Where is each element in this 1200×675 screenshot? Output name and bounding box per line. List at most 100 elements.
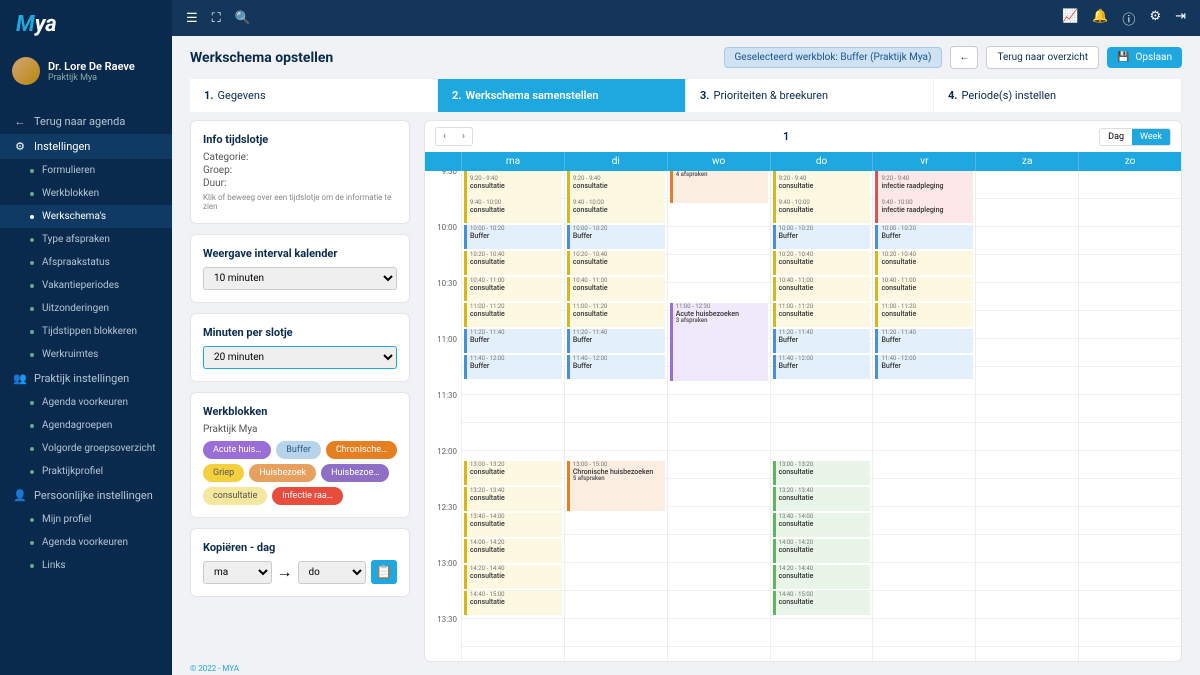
nav-sub-item[interactable]: Agendagroepen — [0, 414, 172, 437]
cal-event[interactable]: 14:40 - 15:00consultatie — [773, 591, 871, 615]
cal-day-column[interactable]: consultatie9:20 - 9:40consultatie9:40 - … — [770, 171, 873, 661]
back-button[interactable]: ← — [950, 46, 978, 69]
step-4[interactable]: 4. Periode(s) instellen — [934, 79, 1182, 112]
cal-event[interactable]: 13:20 - 13:40consultatie — [773, 487, 871, 511]
toggle-week[interactable]: Week — [1132, 129, 1170, 145]
cal-event[interactable]: 10:20 - 10:40consultatie — [773, 251, 871, 275]
cal-next[interactable]: › — [455, 128, 472, 145]
cal-event[interactable]: 11:20 - 11:40Buffer — [773, 329, 871, 353]
cal-event[interactable]: 9:40 - 10:00infectie raadpleging — [875, 199, 973, 223]
user-profile[interactable]: Dr. Lore De Raeve Praktijk Mya — [0, 49, 172, 93]
cal-event[interactable]: 11:20 - 11:40Buffer — [464, 329, 562, 353]
nav-sub-item[interactable]: Vakantieperiodes — [0, 274, 172, 297]
nav-sub-item[interactable]: Mijn profiel — [0, 508, 172, 531]
chart-icon[interactable]: 📈 — [1062, 9, 1078, 28]
nav-sub-item[interactable]: Uitzonderingen — [0, 297, 172, 320]
cal-event[interactable]: 11:20 - 11:40Buffer — [567, 329, 665, 353]
cal-event[interactable]: 11:40 - 12:00Buffer — [567, 355, 665, 379]
cal-event[interactable]: 11:00 - 11:20consultatie — [464, 303, 562, 327]
workblock-tag[interactable]: Huisbezoek — [249, 464, 316, 482]
cal-event[interactable]: 9:40 - 10:00consultatie — [567, 199, 665, 223]
cal-event[interactable]: 9:20 - 9:40consultatie — [773, 175, 871, 199]
workblock-tag[interactable]: infectie raa… — [272, 487, 343, 505]
cal-event[interactable]: 14:20 - 14:40consultatie — [773, 565, 871, 589]
search-icon[interactable]: 🔍 — [235, 11, 251, 26]
cal-event[interactable]: 13:40 - 14:00consultatie — [464, 513, 562, 537]
info-icon[interactable]: ⓘ — [1122, 9, 1135, 28]
cal-event[interactable]: 10:40 - 11:00consultatie — [875, 277, 973, 301]
workblock-tag[interactable]: Griep — [203, 464, 244, 482]
interval-select[interactable]: 10 minuten — [203, 267, 397, 290]
nav-sub-item[interactable]: Werkruimtes — [0, 343, 172, 366]
cal-day-column[interactable] — [1078, 171, 1181, 661]
cal-event[interactable]: 11:20 - 11:40Buffer — [875, 329, 973, 353]
cal-event[interactable]: Chronische huisbezoeken4 afspraken — [670, 171, 768, 203]
cal-event[interactable]: 10:00 - 10:20Buffer — [567, 225, 665, 249]
nav-sub-item[interactable]: Links — [0, 554, 172, 577]
workblock-tag[interactable]: consultatie — [203, 487, 267, 505]
cal-event[interactable]: 11:40 - 12:00Buffer — [464, 355, 562, 379]
step-1[interactable]: 1. Gegevens — [190, 79, 438, 112]
step-3[interactable]: 3. Prioriteiten & breekuren — [686, 79, 934, 112]
cal-event[interactable]: 10:00 - 10:20Buffer — [464, 225, 562, 249]
cal-event[interactable]: 9:40 - 10:00consultatie — [464, 199, 562, 223]
cal-event[interactable]: 9:20 - 9:40consultatie — [567, 175, 665, 199]
workblock-tag[interactable]: Chronische… — [326, 441, 397, 459]
cal-event[interactable]: 10:20 - 10:40consultatie — [875, 251, 973, 275]
nav-practice-settings[interactable]: 👥Praktijk instellingen — [0, 366, 172, 391]
cal-event[interactable]: 11:40 - 12:00Buffer — [875, 355, 973, 379]
cal-event[interactable]: 10:00 - 10:20Buffer — [773, 225, 871, 249]
nav-sub-item[interactable]: Volgorde groepsoverzicht — [0, 437, 172, 460]
copy-to-select[interactable]: do — [298, 561, 367, 584]
cal-event[interactable]: 11:00 - 12:30Acute huisbezoeken3 afsprak… — [670, 303, 768, 381]
workblock-tag[interactable]: Acute huis… — [203, 441, 271, 459]
nav-sub-item[interactable]: Tijdstippen blokkeren — [0, 320, 172, 343]
expand-icon[interactable]: ⛶ — [212, 11, 221, 26]
cal-day-column[interactable]: infectie raadpleging9:20 - 9:40infectie … — [872, 171, 975, 661]
nav-sub-item[interactable]: Agenda voorkeuren — [0, 531, 172, 554]
nav-sub-item[interactable]: Type afspraken — [0, 228, 172, 251]
nav-back-agenda[interactable]: ←Terug naar agenda — [0, 109, 172, 134]
settings-icon[interactable]: ⚙ — [1149, 9, 1161, 28]
cal-event[interactable]: 14:20 - 14:40consultatie — [464, 565, 562, 589]
bell-icon[interactable]: 🔔 — [1092, 9, 1108, 28]
cal-event[interactable]: 10:00 - 10:20Buffer — [875, 225, 973, 249]
toggle-day[interactable]: Dag — [1100, 129, 1132, 145]
cal-event[interactable]: 14:40 - 15:00consultatie — [464, 591, 562, 615]
cal-event[interactable]: 10:20 - 10:40consultatie — [464, 251, 562, 275]
cal-event[interactable]: 14:00 - 14:20consultatie — [464, 539, 562, 563]
cal-event[interactable]: 11:40 - 12:00Buffer — [773, 355, 871, 379]
workblock-tag[interactable]: Buffer — [276, 441, 321, 459]
cal-day-column[interactable] — [975, 171, 1078, 661]
cal-day-column[interactable]: consultatie9:20 - 9:40consultatie9:40 - … — [564, 171, 667, 661]
nav-sub-item[interactable]: Formulieren — [0, 159, 172, 182]
cal-event[interactable]: 13:40 - 14:00consultatie — [773, 513, 871, 537]
save-button[interactable]: 💾Opslaan — [1107, 47, 1182, 68]
cal-event[interactable]: 9:40 - 10:00consultatie — [773, 199, 871, 223]
cal-event[interactable]: 10:40 - 11:00consultatie — [567, 277, 665, 301]
cal-event[interactable]: 14:00 - 14:20consultatie — [773, 539, 871, 563]
cal-event[interactable]: 10:20 - 10:40consultatie — [567, 251, 665, 275]
cal-event[interactable]: 13:00 - 13:20consultatie — [773, 461, 871, 485]
logout-icon[interactable]: ⇥ — [1175, 9, 1186, 28]
cal-event[interactable]: 13:00 - 15:00Chronische huisbezoeken5 af… — [567, 461, 665, 511]
back-overview-button[interactable]: Terug naar overzicht — [986, 46, 1099, 69]
copy-from-select[interactable]: ma — [203, 561, 272, 584]
nav-sub-item[interactable]: Praktijkprofiel — [0, 460, 172, 483]
nav-personal-settings[interactable]: 👤Persoonlijke instellingen — [0, 483, 172, 508]
step-2[interactable]: 2. Werkschema samenstellen — [438, 79, 686, 112]
cal-event[interactable]: 10:40 - 11:00consultatie — [464, 277, 562, 301]
workblock-tag[interactable]: Huisbezoe… — [321, 464, 389, 482]
nav-sub-item[interactable]: Afspraakstatus — [0, 251, 172, 274]
cal-event[interactable]: 13:00 - 13:20consultatie — [464, 461, 562, 485]
cal-day-column[interactable]: Chronische huisbezoeken4 afspraken 11:00 … — [667, 171, 770, 661]
nav-settings[interactable]: ⚙Instellingen — [0, 134, 172, 159]
nav-sub-item[interactable]: Werkschema's — [0, 205, 172, 228]
cal-event[interactable]: 13:20 - 13:40consultatie — [464, 487, 562, 511]
cal-event[interactable]: 11:00 - 11:20consultatie — [773, 303, 871, 327]
cal-prev[interactable]: ‹ — [436, 128, 453, 145]
nav-sub-item[interactable]: Agenda voorkeuren — [0, 391, 172, 414]
cal-event[interactable]: 11:00 - 11:20consultatie — [567, 303, 665, 327]
menu-icon[interactable]: ☰ — [186, 11, 198, 26]
cal-event[interactable]: 9:20 - 9:40infectie raadpleging — [875, 175, 973, 199]
